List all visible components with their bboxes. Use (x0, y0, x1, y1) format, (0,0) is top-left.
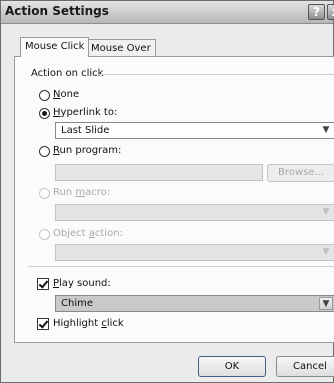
highlight-click-checkbox[interactable] (37, 318, 49, 330)
sound-select[interactable]: Chime ▼ (55, 295, 334, 312)
browse-button[interactable]: Browse... (267, 164, 334, 182)
group-divider (96, 74, 334, 75)
radio-run-program[interactable] (39, 146, 50, 157)
chevron-down-icon[interactable]: ▼ (319, 246, 333, 259)
dialog-title: Action Settings (5, 4, 109, 18)
sound-select-value: Chime (61, 298, 93, 309)
radio-none[interactable] (39, 90, 50, 101)
highlight-click-label: Highlight click (53, 318, 124, 329)
tab-mouse-click-label: Mouse Click (25, 41, 85, 52)
close-icon[interactable]: x (327, 4, 334, 20)
radio-run-macro-label: Run macro: (53, 187, 111, 198)
radio-run-program-label: Run program: (53, 145, 122, 156)
radio-hyperlink[interactable] (39, 108, 50, 119)
checkmark-icon (38, 318, 49, 329)
chevron-down-icon[interactable]: ▼ (319, 206, 333, 219)
radio-hyperlink-label: Hyperlink to: (53, 107, 118, 118)
title-bar[interactable]: Action Settings ? x (1, 1, 334, 24)
chevron-down-icon[interactable]: ▼ (319, 297, 333, 310)
play-sound-checkbox[interactable] (37, 278, 49, 290)
tab-mouse-over[interactable]: Mouse Over (86, 39, 156, 57)
run-macro-select[interactable]: ▼ (55, 204, 334, 221)
hyperlink-select[interactable]: Last Slide ▼ (55, 122, 334, 139)
play-sound-label: Play sound: (53, 278, 111, 289)
radio-object-action-label: Object action: (53, 228, 123, 239)
object-action-select[interactable]: ▼ (55, 244, 334, 261)
ok-button[interactable]: OK (198, 356, 266, 377)
tab-mouse-click[interactable]: Mouse Click (20, 37, 90, 57)
run-program-input[interactable] (55, 164, 263, 181)
radio-none-label: None (53, 89, 80, 100)
help-icon[interactable]: ? (308, 4, 325, 20)
hyperlink-select-value: Last Slide (61, 125, 110, 136)
tab-mouse-over-label: Mouse Over (91, 43, 151, 54)
cancel-button[interactable]: Cancel (276, 356, 334, 377)
section-divider (28, 266, 334, 267)
chevron-down-icon[interactable]: ▼ (319, 124, 333, 137)
radio-run-macro[interactable] (39, 188, 50, 199)
checkmark-icon (38, 278, 49, 289)
radio-object-action[interactable] (39, 229, 50, 240)
